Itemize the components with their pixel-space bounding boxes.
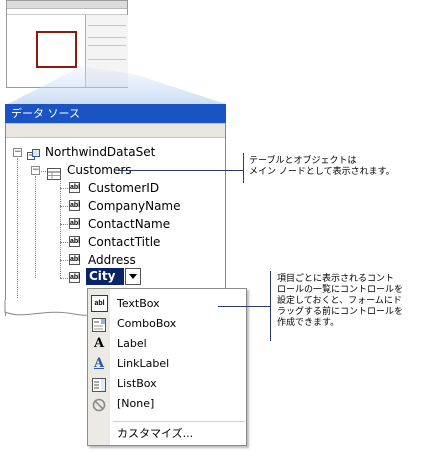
tree-line: [60, 178, 61, 278]
callout-line: ラッグする前にコントロールを: [277, 307, 404, 317]
tree-field-contactname[interactable]: ContactName: [88, 216, 170, 233]
menu-item-label-control[interactable]: A Label: [88, 334, 246, 354]
listbox-icon: [92, 377, 106, 392]
tree-line: [60, 206, 68, 207]
menu-item-listbox[interactable]: ListBox: [88, 374, 246, 394]
textbox-field-icon: abl: [69, 254, 81, 265]
tree-line: [35, 176, 36, 278]
menu-separator: [113, 421, 245, 422]
tree-line: [60, 260, 68, 261]
tree-field-city-selected[interactable]: City: [86, 268, 124, 285]
callout-line: ロールの一覧にコントロールを: [277, 285, 404, 295]
tree-field-companyname[interactable]: CompanyName: [88, 198, 181, 215]
menu-item-label: TextBox: [117, 297, 160, 310]
menu-item-label: Label: [117, 337, 147, 350]
callout-top-bracket: [243, 153, 244, 183]
collapse-root-toggle[interactable]: −: [13, 148, 22, 157]
menu-item-textbox[interactable]: abl TextBox: [88, 294, 246, 314]
textbox-field-icon: abl: [69, 218, 81, 229]
tree-field-contacttitle[interactable]: ContactTitle: [88, 234, 160, 251]
menu-item-label: ComboBox: [117, 317, 177, 330]
textbox-icon: abl: [91, 295, 108, 312]
tree-line: [60, 278, 68, 279]
linklabel-icon: A: [93, 356, 105, 371]
tree-line: [60, 224, 68, 225]
combobox-icon: [92, 317, 106, 332]
tree-field-address[interactable]: Address: [88, 252, 136, 269]
zoom-glow: [8, 66, 226, 104]
menu-item-label: ListBox: [117, 377, 157, 390]
dataset-icon: [27, 146, 40, 160]
textbox-field-icon: abl: [69, 182, 81, 193]
textbox-field-icon: abl: [69, 272, 81, 283]
control-type-dropdown-button[interactable]: [125, 268, 141, 285]
collapse-table-toggle[interactable]: −: [31, 166, 40, 175]
callout-line: 作成できます。: [277, 318, 340, 328]
window-toolbar: [6, 123, 225, 138]
callout-line: 項目ごとに表示されるコント: [277, 274, 395, 284]
callout-top-text: テーブルとオブジェクトは メイン ノードとして表示されます。: [249, 156, 395, 178]
window-title: データ ソース: [5, 104, 226, 123]
thumbnail-title-bar: [7, 1, 127, 9]
menu-item-linklabel[interactable]: A LinkLabel: [88, 354, 246, 374]
tree-line: [60, 188, 68, 189]
callout-line: メイン ノードとして表示されます。: [249, 167, 395, 177]
callout-line: テーブルとオブジェクトは: [249, 156, 357, 166]
table-icon: [47, 165, 61, 180]
callout-line: 設定しておくと、フォームにド: [277, 296, 402, 306]
menu-item-customize[interactable]: カスタマイズ...: [88, 424, 246, 444]
callout-bottom-leader: [218, 306, 271, 307]
tree-line: [60, 242, 68, 243]
menu-item-label: LinkLabel: [117, 357, 170, 370]
label-icon: A: [93, 336, 105, 351]
textbox-field-icon: abl: [69, 236, 81, 247]
callout-bottom-text: 項目ごとに表示されるコント ロールの一覧にコントロールを 設定しておくと、フォー…: [277, 274, 403, 329]
tree-root-dataset[interactable]: NorthwindDataSet: [45, 144, 155, 161]
callout-top-leader: [118, 170, 243, 171]
textbox-field-icon: abl: [69, 200, 81, 211]
tree-field-customerid[interactable]: CustomerID: [88, 180, 159, 197]
menu-item-label: カスタマイズ...: [117, 427, 194, 440]
tree-line: [17, 158, 18, 298]
callout-bottom-bracket: [270, 271, 271, 341]
menu-item-label: [None]: [117, 397, 155, 410]
none-icon: [92, 397, 106, 412]
menu-item-none[interactable]: [None]: [88, 394, 246, 414]
menu-item-combobox[interactable]: ComboBox: [88, 314, 246, 334]
